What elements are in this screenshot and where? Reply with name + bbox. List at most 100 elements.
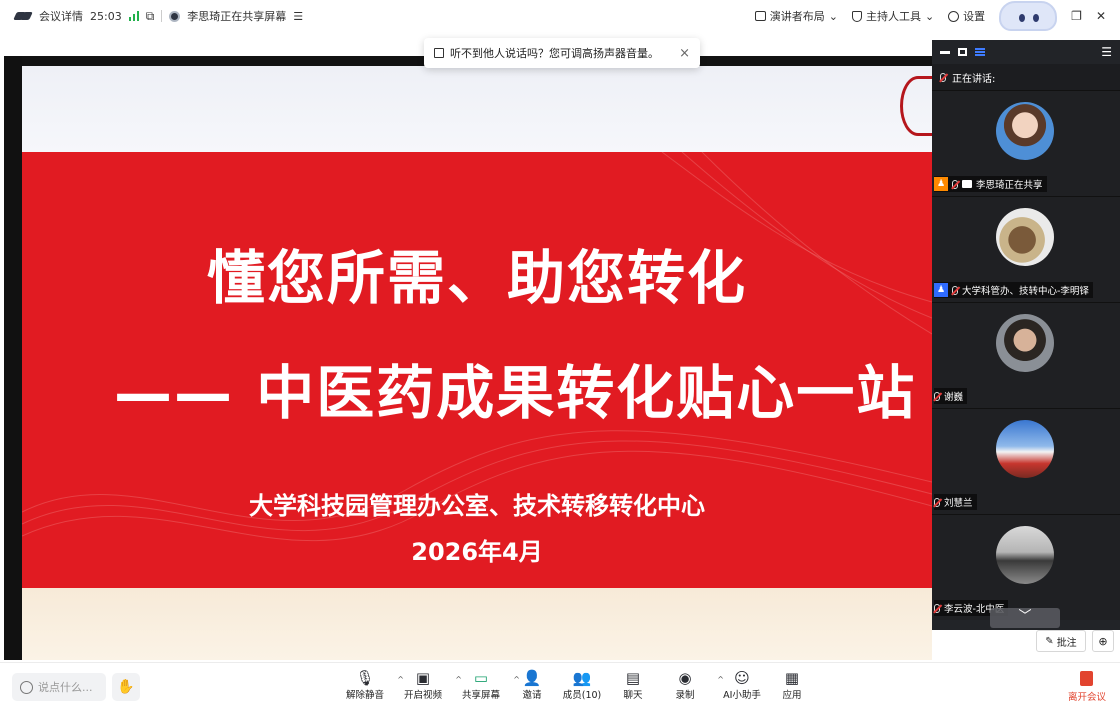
host-badge-icon: ♟ bbox=[934, 177, 948, 191]
toast-message: 听不到他人说话吗？您可调高扬声器音量。 bbox=[450, 47, 659, 60]
record-label: 录制 bbox=[675, 690, 695, 701]
sharer-avatar-icon bbox=[169, 10, 181, 22]
avatar bbox=[996, 102, 1054, 160]
slide-header-band bbox=[22, 66, 932, 152]
volume-hint-toast: 听不到他人说话吗？您可调高扬声器音量。 × bbox=[424, 38, 700, 68]
pen-icon: ✎ bbox=[1045, 635, 1054, 647]
leave-meeting-button[interactable]: 离开会议 bbox=[1068, 671, 1106, 703]
participant-name: 李思琦正在共享 bbox=[976, 180, 1043, 191]
layout-button[interactable]: 演讲者布局 ⌄ bbox=[754, 8, 838, 24]
record-button[interactable]: ◉ 录制 ^ bbox=[656, 669, 724, 701]
chat-placeholder: 说点什么... bbox=[38, 681, 93, 694]
gear-icon bbox=[948, 10, 960, 22]
unmute-button[interactable]: 🎙 解除静音 ^ bbox=[336, 669, 404, 701]
share-screen-icon: ▭ bbox=[473, 669, 489, 687]
participant-tile[interactable]: 李云波-北中医 bbox=[932, 514, 1120, 620]
annotate-label: 批注 bbox=[1056, 637, 1077, 649]
meeting-details-link[interactable]: 会议详情 bbox=[39, 8, 83, 24]
popout-icon[interactable]: ⧉ bbox=[146, 9, 155, 24]
ai-mascot-icon[interactable] bbox=[999, 1, 1058, 31]
participant-tile[interactable]: 刘慧兰 bbox=[932, 408, 1120, 514]
shield-icon bbox=[851, 10, 862, 22]
chat-button[interactable]: ▤ 聊天 bbox=[610, 669, 656, 701]
chat-label: 聊天 bbox=[623, 690, 643, 701]
participant-label: ♟ 大学科管办、技转中心-李明铎 bbox=[934, 282, 1093, 298]
collapse-panel-button[interactable]: ﹀ bbox=[990, 608, 1060, 628]
app-logo-icon bbox=[14, 11, 32, 21]
slide-organization: 大学科技园管理办公室、技术转移转化中心 bbox=[249, 492, 705, 520]
participant-label: 谢巍 bbox=[934, 388, 968, 404]
mic-muted-icon: 🎙 bbox=[355, 669, 375, 687]
annotate-button[interactable]: ✎ 批注 bbox=[1036, 630, 1086, 652]
start-video-button[interactable]: ▣ 开启视频 ^ bbox=[394, 669, 462, 701]
record-icon: ◉ bbox=[678, 669, 692, 687]
signal-strength-icon[interactable] bbox=[128, 11, 139, 21]
chat-input[interactable]: 说点什么... bbox=[12, 673, 106, 701]
zoom-in-button[interactable]: ⊕ bbox=[1092, 630, 1114, 652]
slide-title-line-2: —— 中医药成果转化贴心一站 bbox=[114, 359, 917, 427]
apps-label: 应用 bbox=[782, 690, 802, 701]
close-window-icon[interactable]: ✕ bbox=[1096, 9, 1106, 23]
participant-name: 谢巍 bbox=[944, 392, 964, 403]
list-view-icon[interactable] bbox=[975, 48, 985, 56]
members-icon: 👥 bbox=[572, 669, 592, 687]
participant-video-panel: ☰ 正在讲话: ♟ 李思琦正在共享 ♟ 大学科管办、技转中心-李明铎 谢巍 刘慧… bbox=[932, 40, 1120, 630]
mic-muted-icon bbox=[940, 72, 946, 82]
participant-label: ♟ 李思琦正在共享 bbox=[934, 176, 1047, 192]
mic-muted-icon bbox=[952, 285, 958, 295]
leave-label: 离开会议 bbox=[1067, 692, 1106, 703]
sharing-status: 李思琦正在共享屏幕 bbox=[187, 10, 287, 23]
raise-hand-button[interactable]: ✋ bbox=[112, 673, 140, 701]
bottom-toolbar: 说点什么... ✋ 🎙 解除静音 ^ ▣ 开启视频 ^ ▭ 共享屏幕 ^ 👤 邀… bbox=[0, 662, 1120, 711]
members-button[interactable]: 👥 成员(10) bbox=[554, 669, 610, 701]
apps-button[interactable]: ▦ 应用 bbox=[770, 669, 814, 701]
slide-date: 2026年4月 bbox=[411, 538, 543, 566]
invite-button[interactable]: 👤 邀请 bbox=[510, 669, 554, 701]
speaker-icon bbox=[434, 48, 444, 58]
presentation-slide: 懂您所需、助您转化 —— 中医药成果转化贴心一站 大学科技园管理办公室、技术转移… bbox=[22, 66, 932, 660]
settings-button[interactable]: 设置 bbox=[948, 8, 985, 24]
members-label: 成员(10) bbox=[562, 690, 602, 701]
participant-tile[interactable]: ♟ 李思琦正在共享 bbox=[932, 90, 1120, 196]
apps-icon: ▦ bbox=[784, 669, 800, 687]
meeting-duration: 25:03 bbox=[90, 9, 122, 23]
layout-icon bbox=[754, 11, 766, 21]
exit-icon bbox=[1080, 671, 1094, 686]
meeting-controls: 🎙 解除静音 ^ ▣ 开启视频 ^ ▭ 共享屏幕 ^ 👤 邀请 👥 成员(10)… bbox=[336, 669, 814, 701]
slide-title-line-1: 懂您所需、助您转化 bbox=[206, 244, 747, 312]
host-tools-label: 主持人工具 bbox=[865, 10, 921, 23]
minimize-panel-icon[interactable] bbox=[940, 50, 950, 54]
speaking-indicator: 正在讲话: bbox=[932, 64, 1120, 90]
chevron-down-icon: ⌄ bbox=[828, 9, 838, 23]
chevron-down-icon: ⌄ bbox=[924, 9, 935, 23]
participant-name: 大学科管办、技转中心-李明铎 bbox=[962, 286, 1089, 297]
sharing-menu-icon[interactable]: ☰ bbox=[293, 10, 303, 23]
layout-label: 演讲者布局 bbox=[769, 10, 825, 23]
top-bar: 会议详情 25:03 ⧉ 李思琦正在共享屏幕 ☰ 演讲者布局 ⌄ 主持人工具 ⌄… bbox=[0, 0, 1120, 32]
restore-window-icon[interactable]: ❐ bbox=[1071, 9, 1082, 23]
start-video-label: 开启视频 bbox=[403, 690, 442, 701]
ai-assistant-button[interactable]: ☺ AI小助手 bbox=[714, 669, 770, 701]
avatar bbox=[996, 314, 1054, 372]
participant-tile[interactable]: ♟ 大学科管办、技转中心-李明铎 bbox=[932, 196, 1120, 302]
panel-header: ☰ bbox=[932, 40, 1120, 64]
university-seal-logo bbox=[900, 76, 932, 136]
screen-share-icon bbox=[962, 180, 972, 188]
unmute-label: 解除静音 bbox=[345, 690, 384, 701]
chat-icon: ▤ bbox=[625, 669, 641, 687]
avatar bbox=[996, 526, 1054, 584]
gallery-view-icon[interactable] bbox=[958, 48, 967, 56]
avatar bbox=[996, 420, 1054, 478]
mic-muted-icon bbox=[934, 603, 940, 613]
emoji-icon[interactable] bbox=[20, 680, 33, 694]
mic-muted-icon bbox=[934, 391, 940, 401]
host-tools-button[interactable]: 主持人工具 ⌄ bbox=[851, 8, 935, 24]
close-icon[interactable]: × bbox=[679, 46, 690, 61]
participant-tile[interactable]: 谢巍 bbox=[932, 302, 1120, 408]
mic-muted-icon bbox=[934, 497, 940, 507]
invite-label: 邀请 bbox=[522, 690, 542, 701]
zoom-icon: ⊕ bbox=[1098, 634, 1108, 648]
slide-footer-band bbox=[22, 588, 932, 660]
panel-options-icon[interactable]: ☰ bbox=[1101, 45, 1112, 59]
share-screen-button[interactable]: ▭ 共享屏幕 ^ bbox=[452, 669, 520, 701]
